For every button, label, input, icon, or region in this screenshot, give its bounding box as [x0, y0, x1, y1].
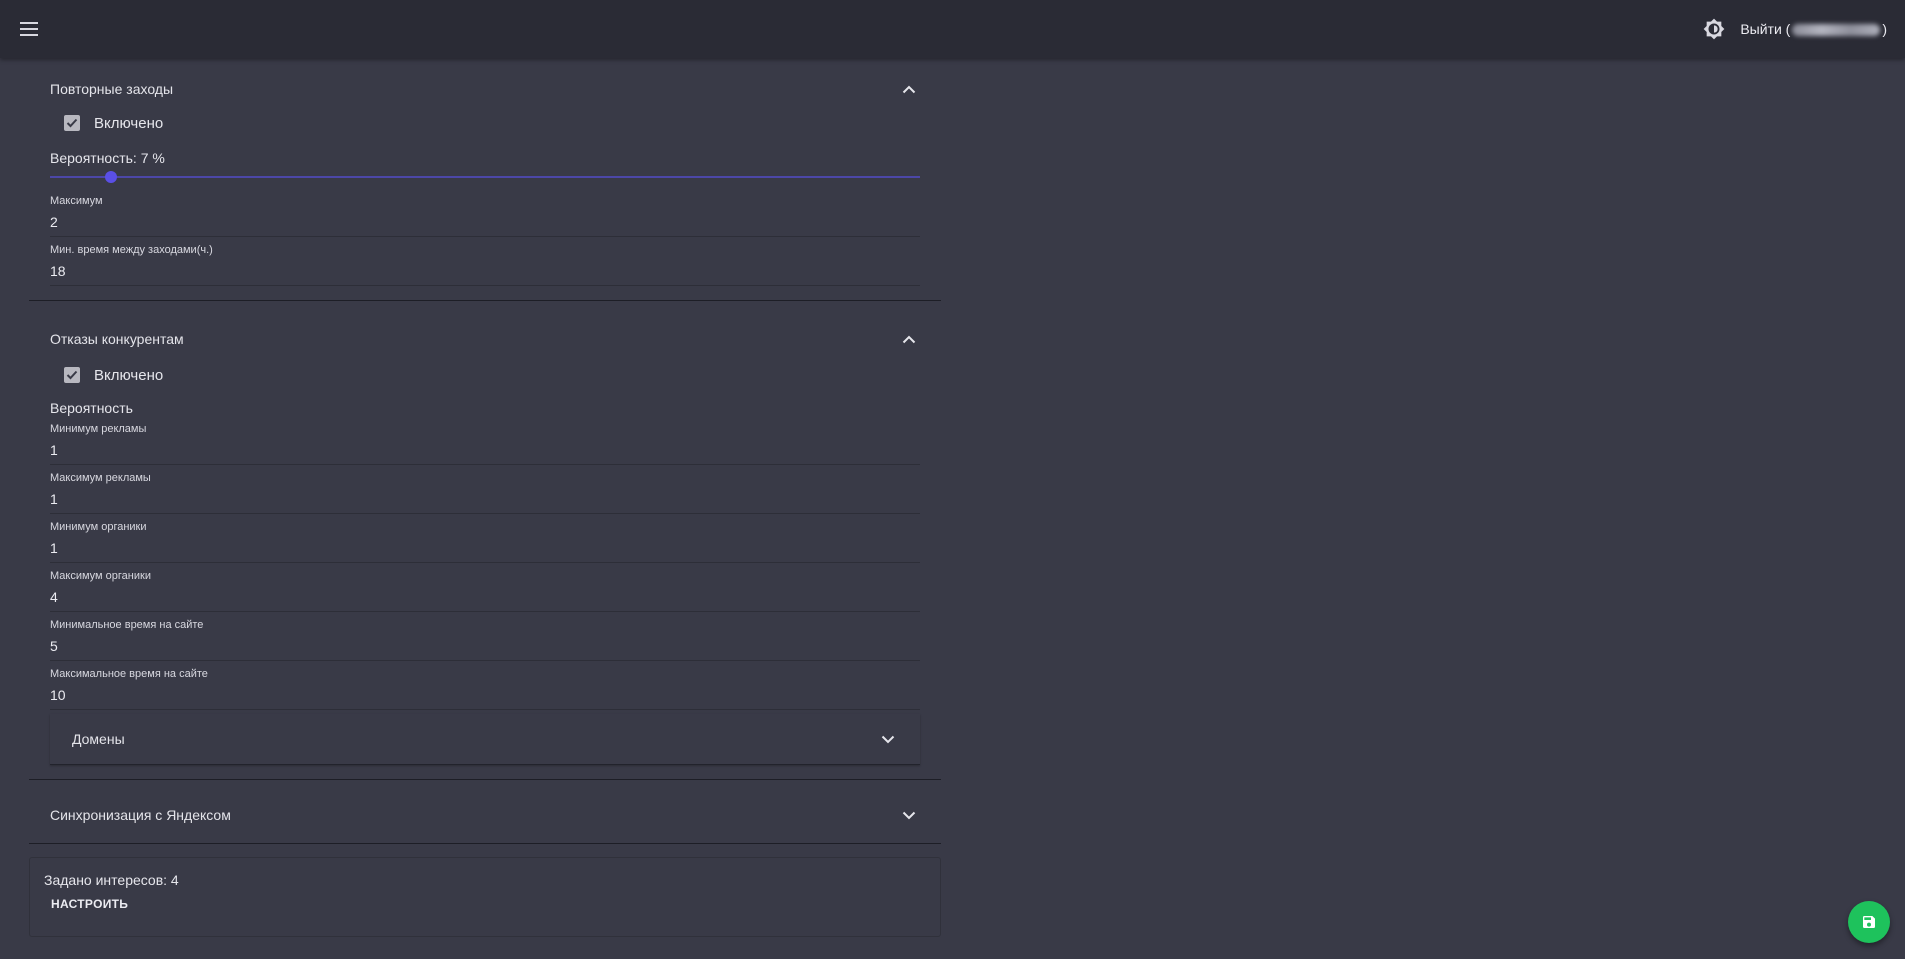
probability-label: Вероятность: 7 %	[50, 150, 165, 166]
enabled-checkbox[interactable]	[64, 115, 80, 131]
min-ads-field: Минимум рекламы	[50, 416, 920, 465]
domains-panel-header[interactable]: Домены	[50, 714, 920, 764]
min-ads-input[interactable]	[50, 440, 920, 460]
slider-track	[50, 176, 920, 178]
logout-label: Выйти (	[1740, 21, 1791, 37]
probability-heading: Вероятность	[50, 400, 133, 416]
chevron-down-icon	[877, 728, 899, 750]
save-icon	[1863, 916, 1875, 928]
max-time-on-site-field: Максимальное время на сайте	[50, 661, 920, 710]
domains-title: Домены	[72, 731, 125, 747]
max-organic-field: Максимум органики	[50, 563, 920, 612]
enabled-checkbox-row: Включено	[64, 108, 920, 138]
probability-slider[interactable]	[50, 166, 920, 188]
min-time-on-site-input[interactable]	[50, 636, 920, 656]
min-time-on-site-field: Минимальное время на сайте	[50, 612, 920, 661]
min-interval-field: Мин. время между заходами(ч.)	[50, 237, 920, 286]
max-input[interactable]	[50, 212, 920, 232]
max-ads-input[interactable]	[50, 489, 920, 509]
menu-icon	[20, 22, 38, 36]
check-icon	[66, 370, 78, 380]
field-label: Максимальное время на сайте	[50, 668, 208, 680]
competitor-fields: Минимум рекламы Максимум рекламы Минимум…	[50, 416, 920, 710]
max-time-on-site-input[interactable]	[50, 685, 920, 705]
brightness-icon	[1703, 18, 1725, 40]
chevron-up-icon	[898, 328, 920, 350]
panel-repeat-visits: Повторные заходы Включено Вероятность: 7…	[29, 58, 941, 301]
configure-button[interactable]: НАСТРОИТЬ	[51, 897, 128, 911]
enabled-checkbox[interactable]	[64, 367, 80, 383]
interests-card: Задано интересов: 4 НАСТРОИТЬ	[29, 857, 941, 937]
theme-toggle-button[interactable]	[1702, 17, 1726, 41]
panel-yandex-sync: Синхронизация с Яндексом	[29, 787, 941, 844]
enabled-label: Включено	[94, 366, 164, 384]
max-field: Максимум	[50, 188, 920, 237]
settings-content: Повторные заходы Включено Вероятность: 7…	[29, 58, 941, 937]
field-label: Максимум рекламы	[50, 472, 151, 484]
app-bar: Выйти ()	[0, 0, 1905, 58]
chevron-down-icon	[898, 804, 920, 826]
enabled-checkbox-row: Включено	[64, 360, 920, 390]
field-label: Минимум рекламы	[50, 423, 147, 435]
max-ads-field: Максимум рекламы	[50, 465, 920, 514]
header-actions: Выйти ()	[1702, 16, 1887, 42]
chevron-up-icon	[898, 78, 920, 100]
check-icon	[66, 118, 78, 128]
max-organic-input[interactable]	[50, 587, 920, 607]
field-label: Минимум органики	[50, 521, 147, 533]
panel-title: Повторные заходы	[50, 81, 174, 97]
field-label: Минимальное время на сайте	[50, 619, 204, 631]
logout-suffix: )	[1882, 21, 1887, 37]
account-phone-blurred	[1792, 24, 1881, 37]
min-organic-input[interactable]	[50, 538, 920, 558]
panel-title: Отказы конкурентам	[50, 331, 184, 347]
min-interval-label: Мин. время между заходами(ч.)	[50, 244, 213, 256]
panel-competitor-bounces: Отказы конкурентам Включено Вероятность …	[29, 308, 941, 780]
slider-thumb[interactable]	[104, 171, 117, 183]
panel-title: Синхронизация с Яндексом	[50, 807, 231, 823]
min-organic-field: Минимум органики	[50, 514, 920, 563]
menu-button[interactable]	[17, 17, 41, 41]
domains-panel: Домены	[50, 714, 920, 765]
save-button[interactable]	[1848, 901, 1890, 943]
min-interval-input[interactable]	[50, 261, 920, 281]
panel-yandex-sync-header[interactable]: Синхронизация с Яндексом	[29, 787, 941, 843]
field-label: Максимум органики	[50, 570, 151, 582]
enabled-label: Включено	[94, 114, 164, 132]
logout-link[interactable]: Выйти ()	[1740, 21, 1887, 37]
interests-count: Задано интересов: 4	[44, 872, 179, 888]
max-label: Максимум	[50, 195, 103, 207]
